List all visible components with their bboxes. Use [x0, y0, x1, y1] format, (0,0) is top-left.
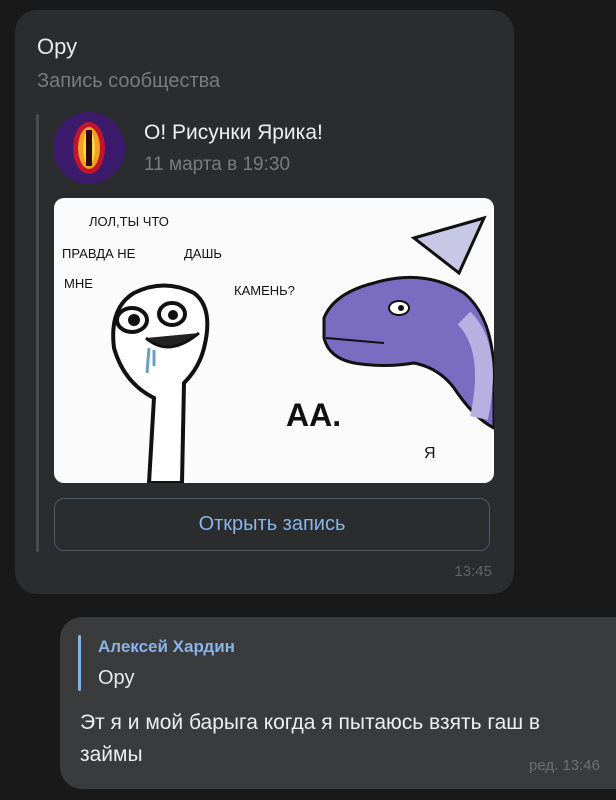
community-avatar[interactable]	[53, 112, 125, 184]
character-drawing-left	[111, 283, 210, 483]
reply-quoted-text: Ору	[98, 667, 135, 689]
post-date: 11 марта в 19:30	[144, 154, 291, 175]
message-edited-time: ред. 13:46	[529, 757, 600, 774]
speech-line-4: МНЕ	[64, 276, 93, 291]
speech-line-2: ПРАВДА НЕ	[62, 246, 136, 261]
artist-signature: Я	[424, 445, 436, 462]
speech-line-1: ЛОЛ,ТЫ ЧТО	[89, 214, 169, 229]
dragon-drawing	[322, 215, 494, 430]
message-text: Эт я и мой барыга когда я пытаюсь взять …	[80, 711, 541, 766]
speech-line-5: КАМЕНЬ?	[234, 283, 295, 298]
repost-quote-bar	[36, 114, 39, 552]
post-image[interactable]: ЛОЛ,ТЫ ЧТО ПРАВДА НЕ ДАШЬ МНЕ КАМЕНЬ? АА…	[54, 198, 494, 483]
post-author-name[interactable]: О! Рисунки Ярика!	[144, 121, 323, 145]
dragon-reply-text: АА.	[286, 397, 341, 433]
community-post-label: Запись сообщества	[37, 70, 221, 92]
open-post-button[interactable]: Открыть запись	[54, 498, 490, 551]
eye-icon	[53, 112, 125, 184]
message-text: Ору	[37, 34, 78, 59]
outgoing-message-bubble[interactable]: Алексей Хардин Ору Эт я и мой барыга ког…	[60, 617, 616, 789]
incoming-message-bubble[interactable]: Ору Запись сообщества О! Рисунки Ярика! …	[15, 10, 514, 594]
reply-author-name[interactable]: Алексей Хардин	[98, 637, 235, 657]
reply-quote-bar	[78, 635, 81, 691]
message-time: 13:45	[454, 563, 492, 580]
speech-line-3: ДАШЬ	[184, 246, 222, 261]
